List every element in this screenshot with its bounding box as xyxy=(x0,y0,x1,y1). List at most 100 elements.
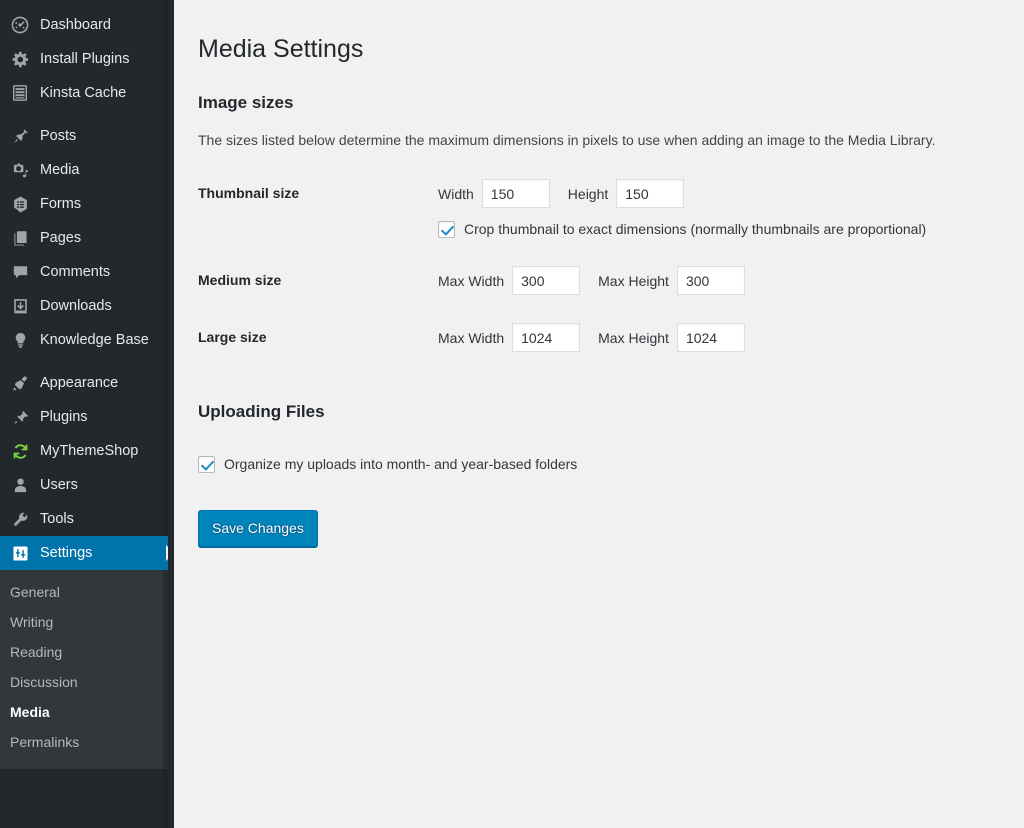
sidebar-item-label: Install Plugins xyxy=(40,42,129,76)
sidebar-item-posts[interactable]: Posts xyxy=(0,119,168,153)
sidebar-item-label: Pages xyxy=(40,221,81,255)
sidebar-item-label: Tools xyxy=(40,502,74,536)
thumbnail-height-input[interactable] xyxy=(616,179,684,208)
gear-icon xyxy=(9,48,31,70)
large-dimension-row: Max Width Max Height xyxy=(438,323,998,352)
submenu-item-general[interactable]: General xyxy=(0,577,168,607)
submit-area: Save Changes xyxy=(198,510,1004,547)
thumbnail-dimension-row: Width Height xyxy=(438,179,998,208)
medium-size-fields: Max Width Max Height xyxy=(438,252,1008,309)
sidebar-item-kinsta-cache[interactable]: Kinsta Cache xyxy=(0,76,168,110)
sidebar-item-tools[interactable]: Tools xyxy=(0,502,168,536)
thumbnail-width-input[interactable] xyxy=(482,179,550,208)
plug-icon xyxy=(9,406,31,428)
sidebar-item-pages[interactable]: Pages xyxy=(0,221,168,255)
sidebar-item-label: Posts xyxy=(40,119,76,153)
thumbnail-height-label: Height xyxy=(568,185,608,203)
submenu-item-writing[interactable]: Writing xyxy=(0,607,168,637)
media-camera-icon xyxy=(9,159,31,181)
image-sizes-heading: Image sizes xyxy=(198,91,1004,115)
pages-icon xyxy=(9,227,31,249)
settings-submenu: General Writing Reading Discussion Media… xyxy=(0,570,168,769)
sidebar-item-label: MyThemeShop xyxy=(40,434,138,468)
large-size-fields: Max Width Max Height xyxy=(438,309,1008,366)
submenu-item-media[interactable]: Media xyxy=(0,697,168,727)
large-width-input[interactable] xyxy=(512,323,580,352)
sidebar-item-label: Comments xyxy=(40,255,110,289)
sidebar-item-label: Settings xyxy=(40,536,92,570)
large-width-label: Max Width xyxy=(438,329,504,347)
sidebar-item-label: Dashboard xyxy=(40,8,111,42)
sidebar-item-mythemeshop[interactable]: MyThemeShop xyxy=(0,434,168,468)
main-content: Media Settings Image sizes The sizes lis… xyxy=(174,0,1024,828)
wordpress-admin-screen: Dashboard Install Plugins xyxy=(0,0,1024,828)
medium-dimension-row: Max Width Max Height xyxy=(438,266,998,295)
sidebar-item-settings[interactable]: Settings xyxy=(0,536,168,570)
sidebar-item-plugins[interactable]: Plugins xyxy=(0,400,168,434)
forms-list-icon xyxy=(9,193,31,215)
thumbnail-width-label: Width xyxy=(438,185,474,203)
medium-height-label: Max Height xyxy=(598,272,669,290)
server-stack-icon xyxy=(9,82,31,104)
uploading-files-heading: Uploading Files xyxy=(198,400,1004,424)
pushpin-icon xyxy=(9,125,31,147)
sidebar-item-comments[interactable]: Comments xyxy=(0,255,168,289)
crop-thumbnail-row: Crop thumbnail to exact dimensions (norm… xyxy=(438,220,998,238)
sidebar-group-1: Dashboard Install Plugins xyxy=(0,8,168,110)
sidebar-item-label: Appearance xyxy=(40,366,118,400)
organize-uploads-label: Organize my uploads into month- and year… xyxy=(224,455,577,473)
user-icon xyxy=(9,474,31,496)
sidebar-item-knowledge-base[interactable]: Knowledge Base xyxy=(0,323,168,357)
sidebar-group-2: Posts Media xyxy=(0,119,168,357)
table-row-large-size: Large size Max Width Max Height xyxy=(198,309,1008,366)
large-height-input[interactable] xyxy=(677,323,745,352)
table-row-medium-size: Medium size Max Width Max Height xyxy=(198,252,1008,309)
large-height-label: Max Height xyxy=(598,329,669,347)
thumbnail-size-fields: Width Height Crop thumbnail to exact dim… xyxy=(438,165,1008,252)
sidebar-item-label: Downloads xyxy=(40,289,112,323)
table-row-thumbnail-size: Thumbnail size Width Height Crop thumbna… xyxy=(198,165,1008,252)
save-changes-button[interactable]: Save Changes xyxy=(198,510,318,547)
sidebar-group-3: Appearance Plugins xyxy=(0,366,168,570)
sidebar-item-appearance[interactable]: Appearance xyxy=(0,366,168,400)
sidebar-separator xyxy=(0,110,168,119)
crop-thumbnail-label: Crop thumbnail to exact dimensions (norm… xyxy=(464,220,926,238)
sidebar-item-label: Kinsta Cache xyxy=(40,76,126,110)
sidebar-item-downloads[interactable]: Downloads xyxy=(0,289,168,323)
sidebar-item-media[interactable]: Media xyxy=(0,153,168,187)
sidebar-item-label: Forms xyxy=(40,187,81,221)
organize-uploads-row: Organize my uploads into month- and year… xyxy=(198,455,1004,473)
sidebar-item-install-plugins[interactable]: Install Plugins xyxy=(0,42,168,76)
page-title: Media Settings xyxy=(198,24,1004,70)
crop-thumbnail-checkbox[interactable] xyxy=(438,221,455,238)
sidebar-separator xyxy=(0,357,168,366)
submenu-item-permalinks[interactable]: Permalinks xyxy=(0,727,168,757)
thumbnail-size-label: Thumbnail size xyxy=(198,165,438,252)
organize-uploads-checkbox[interactable] xyxy=(198,456,215,473)
sidebar-item-label: Knowledge Base xyxy=(40,323,149,357)
submenu-item-discussion[interactable]: Discussion xyxy=(0,667,168,697)
settings-sliders-icon xyxy=(9,542,31,564)
image-sizes-description: The sizes listed below determine the max… xyxy=(198,130,1004,151)
download-icon xyxy=(9,295,31,317)
image-sizes-table: Thumbnail size Width Height Crop thumbna… xyxy=(198,165,1008,366)
paintbrush-icon xyxy=(9,372,31,394)
sidebar-item-label: Plugins xyxy=(40,400,88,434)
sidebar-item-users[interactable]: Users xyxy=(0,468,168,502)
medium-width-input[interactable] xyxy=(512,266,580,295)
sidebar-item-forms[interactable]: Forms xyxy=(0,187,168,221)
sidebar-item-label: Media xyxy=(40,153,80,187)
sidebar-item-dashboard[interactable]: Dashboard xyxy=(0,8,168,42)
medium-size-label: Medium size xyxy=(198,252,438,309)
submenu-item-reading[interactable]: Reading xyxy=(0,637,168,667)
comment-bubble-icon xyxy=(9,261,31,283)
admin-sidebar: Dashboard Install Plugins xyxy=(0,0,174,828)
medium-width-label: Max Width xyxy=(438,272,504,290)
lightbulb-icon xyxy=(9,329,31,351)
dashboard-gauge-icon xyxy=(9,14,31,36)
update-arrows-icon xyxy=(9,440,31,462)
sidebar-item-label: Users xyxy=(40,468,78,502)
wrench-icon xyxy=(9,508,31,530)
medium-height-input[interactable] xyxy=(677,266,745,295)
large-size-label: Large size xyxy=(198,309,438,366)
